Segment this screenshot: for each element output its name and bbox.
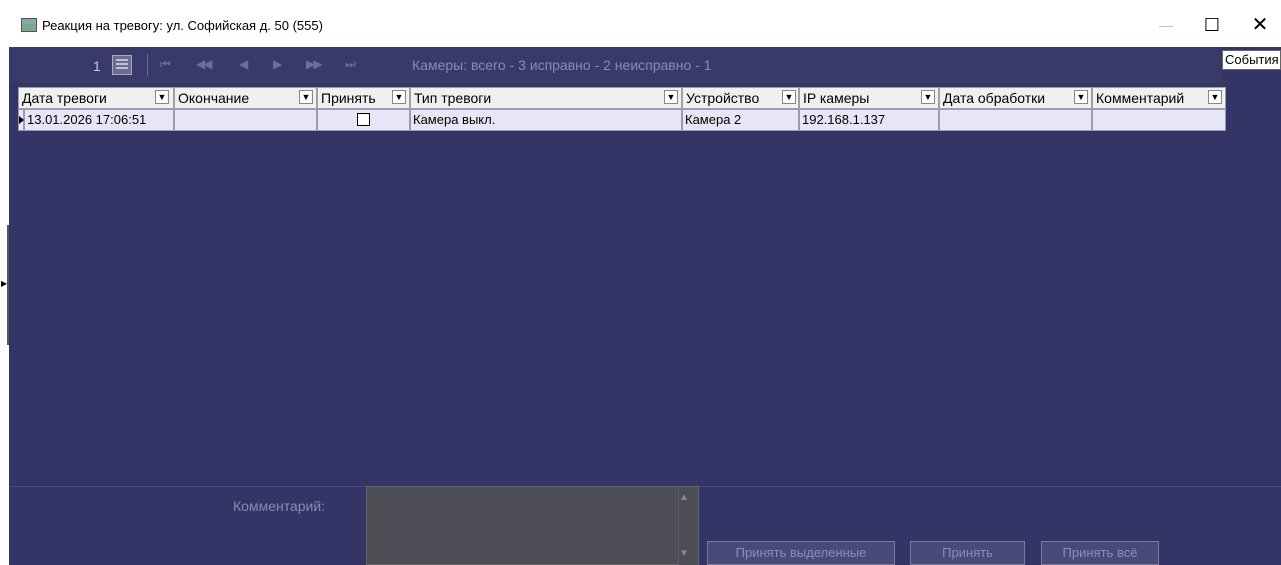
column-label: Принять [321, 90, 376, 106]
column-header-alarm-date[interactable]: Дата тревоги [18, 87, 174, 109]
filter-dropdown-icon[interactable]: ▼ [392, 90, 406, 104]
filter-dropdown-icon[interactable]: ▼ [782, 90, 796, 104]
cell-comment[interactable] [1092, 109, 1226, 131]
minimize-button[interactable]: — [1148, 12, 1184, 38]
last-page-button[interactable]: ⏭ [345, 57, 356, 72]
window-app-icon [21, 18, 37, 32]
column-header-processed-date[interactable]: Дата обработки [939, 87, 1092, 109]
column-header-comment[interactable]: Комментарий [1092, 87, 1226, 109]
column-header-end[interactable]: Окончание [174, 87, 317, 109]
title-bar: Реакция на тревогу: ул. Софийская д. 50 … [0, 0, 1281, 47]
accept-button[interactable]: Принять [910, 541, 1025, 565]
cell-end[interactable] [174, 109, 317, 131]
nav-separator [147, 54, 148, 76]
column-label: Дата обработки [943, 90, 1046, 106]
close-button[interactable]: ✕ [1242, 12, 1278, 38]
page-number: 1 [93, 58, 101, 74]
accept-all-button[interactable]: Принять всё [1041, 541, 1159, 565]
prev-page-button[interactable]: ◀◀ [196, 57, 213, 71]
column-label: Устройство [686, 90, 760, 106]
cameras-status: Камеры: всего - 3 исправно - 2 неисправн… [412, 57, 712, 73]
scroll-up-icon[interactable]: ▲ [679, 492, 689, 503]
column-label: IP камеры [803, 90, 870, 106]
window-title: Реакция на тревогу: ул. Софийская д. 50 … [42, 18, 323, 33]
filter-dropdown-icon[interactable]: ▼ [1208, 90, 1222, 104]
filter-dropdown-icon[interactable]: ▼ [299, 90, 313, 104]
cell-alarm-type[interactable]: Камера выкл. [410, 109, 682, 131]
comment-label: Комментарий: [233, 498, 326, 514]
prev-button[interactable]: ◀ [239, 57, 248, 71]
first-page-button[interactable]: ⏮ [160, 57, 171, 72]
cell-alarm-date[interactable]: 13.01.2026 17:06:51 [24, 109, 174, 131]
column-label: Окончание [178, 90, 250, 106]
comment-textarea[interactable] [366, 486, 699, 565]
filter-dropdown-icon[interactable]: ▼ [155, 90, 169, 104]
column-header-alarm-type[interactable]: Тип тревоги [410, 87, 682, 109]
grid-view-icon[interactable] [112, 55, 132, 75]
cell-device[interactable]: Камера 2 [682, 109, 799, 131]
scroll-down-icon[interactable]: ▼ [679, 548, 689, 559]
cell-accept[interactable] [317, 109, 410, 131]
column-header-ip[interactable]: IP камеры [799, 87, 939, 109]
column-label: Комментарий [1096, 90, 1185, 106]
accept-checkbox[interactable] [357, 113, 370, 126]
expand-arrow-icon[interactable]: ▶ [1, 279, 7, 288]
accept-selected-button[interactable]: Принять выделенные [707, 541, 895, 565]
cell-processed-date[interactable] [939, 109, 1092, 131]
next-page-button[interactable]: ▶▶ [306, 57, 323, 71]
filter-dropdown-icon[interactable]: ▼ [921, 90, 935, 104]
cell-ip[interactable]: 192.168.1.137 [799, 109, 939, 131]
alarms-table: Дата тревоги ▼ Окончание ▼ Принять ▼ Тип… [18, 87, 1227, 133]
column-label: Дата тревоги [22, 90, 107, 106]
filter-dropdown-icon[interactable]: ▼ [1074, 90, 1088, 104]
maximize-button[interactable]: ☐ [1194, 12, 1230, 38]
events-button[interactable]: События [1222, 50, 1281, 70]
alarm-reaction-window: Реакция на тревогу: ул. Софийская д. 50 … [0, 0, 1281, 565]
filter-dropdown-icon[interactable]: ▼ [664, 90, 678, 104]
next-button[interactable]: ▶ [273, 57, 282, 71]
column-label: Тип тревоги [414, 90, 492, 106]
